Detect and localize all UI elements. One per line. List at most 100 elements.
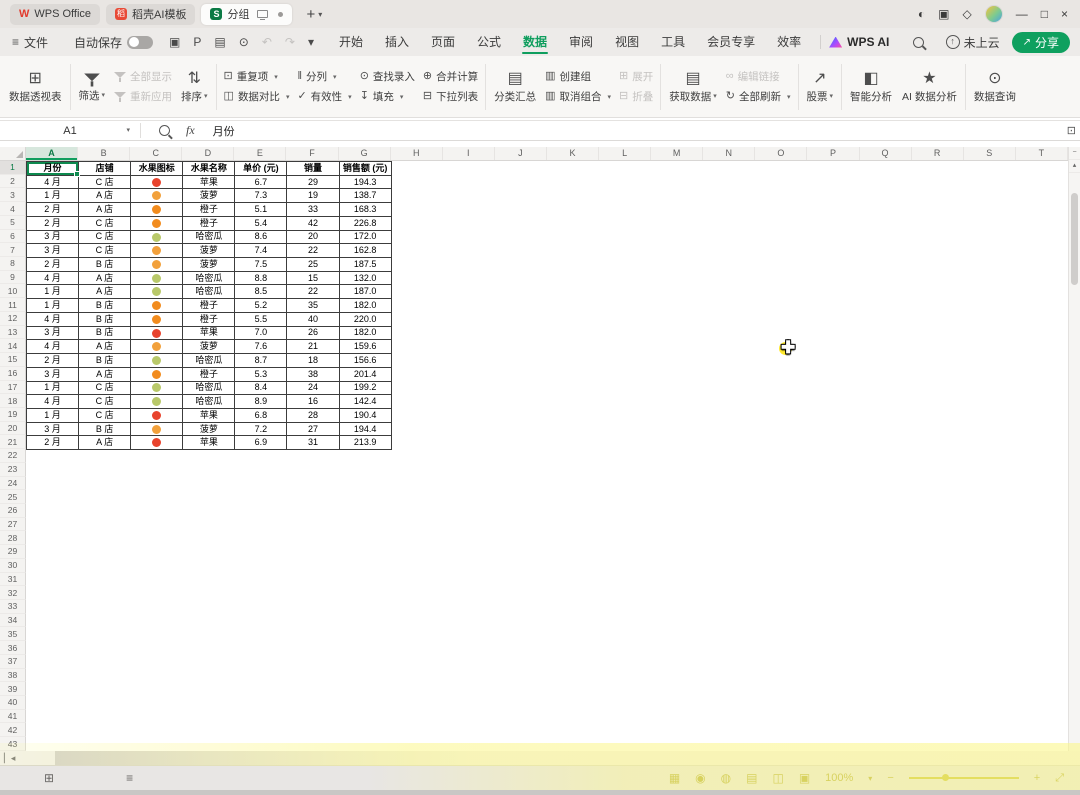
header-cell[interactable]: 销量 (286, 161, 340, 176)
table-cell[interactable]: 22 (286, 284, 340, 300)
row-header-6[interactable]: 6 (0, 229, 26, 244)
page-break-view-icon[interactable]: ▣ (799, 771, 810, 785)
scrollbar-thumb[interactable] (1071, 193, 1078, 285)
table-cell[interactable]: 3 月 (25, 243, 80, 259)
search-icon[interactable] (913, 36, 925, 48)
table-cell[interactable]: 8.5 (234, 284, 288, 300)
table-cell[interactable]: 3 月 (25, 325, 80, 341)
table-cell[interactable]: 187.5 (338, 257, 392, 272)
row-header-23[interactable]: 23 (0, 462, 26, 477)
wps-ai-button[interactable]: WPS AI (829, 35, 889, 49)
table-cell[interactable]: C 店 (78, 394, 132, 409)
table-cell[interactable]: A 店 (78, 270, 132, 286)
row-header-21[interactable]: 21 (0, 435, 26, 450)
table-cell[interactable] (130, 325, 184, 341)
table-cell[interactable]: 4 月 (25, 311, 80, 327)
table-cell[interactable]: 24 (286, 380, 340, 396)
table-cell[interactable]: 2 月 (25, 202, 80, 217)
table-cell[interactable]: B 店 (78, 298, 132, 313)
table-cell[interactable] (130, 394, 184, 409)
table-cell[interactable]: 8.6 (234, 229, 288, 245)
column-header-M[interactable]: M (651, 147, 704, 160)
row-header-33[interactable]: 33 (0, 600, 26, 614)
table-cell[interactable] (130, 421, 184, 437)
ribbon-button-有效性[interactable]: ✓ 有效性 ▾ (297, 89, 351, 104)
zoom-level[interactable]: 100% (825, 772, 853, 784)
table-cell[interactable]: 182.0 (338, 298, 392, 313)
table-cell[interactable]: 7.3 (234, 188, 288, 204)
row-header-16[interactable]: 16 (0, 366, 26, 381)
table-cell[interactable]: 226.8 (338, 215, 392, 231)
table-cell[interactable] (130, 435, 184, 451)
row-header-31[interactable]: 31 (0, 572, 26, 587)
table-cell[interactable] (130, 243, 184, 259)
table-cell[interactable]: 28 (286, 407, 340, 423)
ribbon-button-合并计算[interactable]: ⊕ 合并计算 (423, 69, 478, 84)
minimize-button[interactable]: — (1016, 8, 1028, 20)
table-cell[interactable]: 40 (286, 311, 340, 327)
table-cell[interactable]: 35 (286, 298, 340, 313)
column-header-L[interactable]: L (599, 147, 652, 160)
export-pdf-icon[interactable]: P (193, 35, 201, 49)
zoom-out-button[interactable]: − (887, 772, 893, 784)
table-cell[interactable]: 199.2 (338, 380, 392, 396)
table-cell[interactable]: 橙子 (182, 311, 236, 327)
table-cell[interactable]: 菠萝 (182, 243, 236, 259)
column-header-E[interactable]: E (234, 147, 287, 160)
row-header-9[interactable]: 9 (0, 270, 26, 285)
table-cell[interactable]: 1 月 (25, 188, 80, 204)
new-tab-button[interactable]: + (306, 7, 315, 22)
share-button[interactable]: ↗ 分享 (1011, 31, 1070, 53)
splitter-handle[interactable]: − (1069, 147, 1080, 160)
table-cell[interactable]: B 店 (78, 353, 132, 368)
table-cell[interactable]: 哈密瓜 (182, 229, 236, 245)
table-cell[interactable]: 27 (286, 421, 340, 437)
column-header-N[interactable]: N (703, 147, 756, 160)
document-tab[interactable]: S 分组 (201, 3, 293, 25)
table-cell[interactable]: 1 月 (25, 298, 80, 313)
formula-bar-expand-icon[interactable]: ⊡ (1067, 124, 1076, 137)
row-header-40[interactable]: 40 (0, 696, 26, 710)
table-cell[interactable]: A 店 (78, 202, 132, 217)
table-cell[interactable]: B 店 (78, 421, 132, 437)
table-cell[interactable]: 1 月 (25, 407, 80, 423)
macro-record-icon[interactable]: ◍ (721, 771, 731, 785)
table-cell[interactable]: 苹果 (182, 407, 236, 423)
table-cell[interactable]: 4 月 (25, 270, 80, 286)
row-header-19[interactable]: 19 (0, 407, 26, 422)
row-header-35[interactable]: 35 (0, 627, 26, 642)
table-cell[interactable]: C 店 (78, 380, 132, 396)
row-header-26[interactable]: 26 (0, 503, 26, 518)
table-cell[interactable]: 8.4 (234, 380, 288, 396)
table-cell[interactable]: 187.0 (338, 284, 392, 300)
ribbon-button-取消组合[interactable]: ▥ 取消组合 ▾ (545, 89, 611, 104)
table-cell[interactable]: 8.7 (234, 353, 288, 368)
save-icon[interactable]: ▣ (169, 35, 180, 49)
row-header-38[interactable]: 38 (0, 668, 26, 683)
row-header-10[interactable]: 10 (0, 284, 26, 299)
table-cell[interactable]: 橙子 (182, 215, 236, 231)
row-header-8[interactable]: 8 (0, 257, 26, 271)
row-header-29[interactable]: 29 (0, 545, 26, 559)
table-cell[interactable]: 25 (286, 257, 340, 272)
table-cell[interactable]: 19 (286, 188, 340, 204)
ribbon-button-全部刷新[interactable]: ↻ 全部刷新 ▾ (726, 89, 791, 104)
table-cell[interactable]: 苹果 (182, 325, 236, 341)
name-box[interactable]: A1 ▾ (0, 125, 140, 137)
table-cell[interactable]: 38 (286, 366, 340, 382)
eye-protect-icon[interactable]: ◉ (695, 771, 705, 785)
table-cell[interactable]: 2 月 (25, 257, 80, 272)
table-cell[interactable]: 2 月 (25, 435, 80, 451)
header-cell[interactable]: 销售额 (元) (338, 161, 392, 176)
table-cell[interactable]: 132.0 (338, 270, 392, 286)
table-cell[interactable] (130, 215, 184, 231)
ribbon-tab-效率[interactable]: 效率 (766, 28, 812, 56)
row-header-37[interactable]: 37 (0, 654, 26, 669)
ribbon-button-分列[interactable]: ‖ 分列 ▾ (297, 69, 351, 84)
ribbon-tab-视图[interactable]: 视图 (604, 28, 650, 56)
row-header-39[interactable]: 39 (0, 682, 26, 697)
row-header-24[interactable]: 24 (0, 476, 26, 491)
column-header-F[interactable]: F (286, 147, 339, 160)
table-cell[interactable]: 6.8 (234, 407, 288, 423)
column-header-K[interactable]: K (547, 147, 600, 160)
